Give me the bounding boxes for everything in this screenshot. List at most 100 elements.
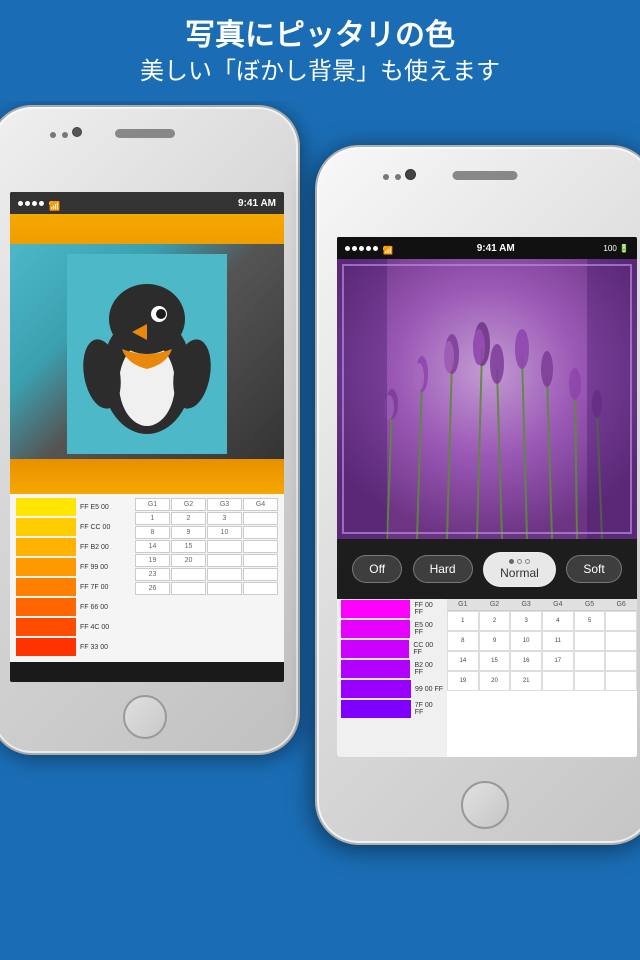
right-grid-cell[interactable]: 16 (510, 651, 542, 671)
right-grid-cell[interactable]: 11 (542, 631, 574, 651)
grid-header-g3: G3 (207, 498, 242, 511)
color-hex-label: FF 4C 00 (80, 624, 132, 631)
left-grid-cell[interactable]: 20 (171, 554, 206, 567)
right-grid-cell[interactable]: 21 (510, 671, 542, 691)
blur-normal-button[interactable]: Normal (483, 552, 556, 587)
right-grid-cell[interactable] (605, 671, 637, 691)
left-grid-cell[interactable]: 26 (135, 582, 170, 595)
dots-left (50, 132, 68, 138)
left-grid-cell[interactable] (207, 540, 242, 553)
right-gh-g2: G2 (479, 599, 511, 610)
palette-right: FF 00 FF E5 00 FF CC 00 FF B2 00 FF 99 00 FF… (337, 599, 637, 757)
left-grid-cell[interactable]: 9 (171, 526, 206, 539)
right-palette-row[interactable]: FF 00 FF (337, 599, 447, 619)
lavender-svg (337, 259, 637, 539)
right-palette-row[interactable]: B2 00 FF (337, 659, 447, 679)
left-grid-cell[interactable]: 15 (171, 540, 206, 553)
camera-icon-left (72, 127, 82, 137)
left-grid-cell[interactable]: 14 (135, 540, 170, 553)
color-swatch-right (341, 680, 411, 698)
home-button-right[interactable] (461, 781, 509, 829)
right-grid-cell[interactable]: 3 (510, 611, 542, 631)
color-hex-right: FF 00 FF (414, 602, 443, 616)
left-palette-row[interactable]: FF 99 00 (16, 558, 132, 576)
right-palette-row[interactable]: CC 00 FF (337, 639, 447, 659)
right-grid-cell[interactable]: 14 (447, 651, 479, 671)
blur-soft-button[interactable]: Soft (566, 555, 621, 583)
color-hex-right: E5 00 FF (414, 622, 443, 636)
right-gh-g6: G6 (605, 599, 637, 610)
left-grid-cell[interactable] (207, 582, 242, 595)
left-grid-cell[interactable]: 1 (135, 512, 170, 525)
left-grid-cell[interactable] (207, 568, 242, 581)
blur-hard-button[interactable]: Hard (413, 555, 473, 583)
grid-header-g2: G2 (171, 498, 206, 511)
left-grid-cell[interactable]: 8 (135, 526, 170, 539)
color-swatch-right (341, 640, 409, 658)
left-palette-row[interactable]: FF B2 00 (16, 538, 132, 556)
color-swatch (16, 598, 76, 616)
left-grid-cell[interactable]: 3 (207, 512, 242, 525)
left-palette-row[interactable]: FF 7F 00 (16, 578, 132, 596)
phone-right: 📶 9:41 AM 100 🔋 (315, 145, 640, 845)
left-grid-cell[interactable]: 19 (135, 554, 170, 567)
time-left: 9:41 AM (238, 198, 276, 209)
left-grid-cell[interactable] (243, 540, 278, 553)
right-palette-grid: G1 G2 G3 G4 G5 G6 1234589101114151617192… (447, 599, 637, 757)
right-grid-cell[interactable] (574, 651, 606, 671)
right-grid-cell[interactable]: 10 (510, 631, 542, 651)
right-grid-cell[interactable]: 2 (479, 611, 511, 631)
phone-left: 📶 9:41 AM (0, 105, 300, 755)
home-button-left[interactable] (123, 695, 167, 739)
left-palette-row[interactable]: FF CC 00 (16, 518, 132, 536)
right-grid-cell[interactable] (605, 611, 637, 631)
left-palette-row[interactable]: FF 4C 00 (16, 618, 132, 636)
right-grid-cell[interactable] (542, 671, 574, 691)
left-grid-cell[interactable] (243, 554, 278, 567)
right-grid-cell[interactable] (605, 651, 637, 671)
right-palette-row[interactable]: 7F 00 FF (337, 699, 447, 719)
right-grid-cell[interactable]: 5 (574, 611, 606, 631)
right-palette-row[interactable]: E5 00 FF (337, 619, 447, 639)
color-hex-label: FF 7F 00 (80, 584, 132, 591)
blur-off-button[interactable]: Off (352, 555, 402, 583)
right-grid-cell[interactable]: 17 (542, 651, 574, 671)
right-gh-g5: G5 (574, 599, 606, 610)
left-grid-cell[interactable] (243, 582, 278, 595)
right-grid-cell[interactable]: 20 (479, 671, 511, 691)
right-grid-cell[interactable]: 15 (479, 651, 511, 671)
left-grid-cell[interactable] (207, 554, 242, 567)
right-grid-cell[interactable]: 9 (479, 631, 511, 651)
left-palette-row[interactable]: FF E5 00 (16, 498, 132, 516)
right-grid-cell[interactable]: 4 (542, 611, 574, 631)
phone-shell-left: 📶 9:41 AM (0, 105, 300, 755)
right-grid-cell[interactable] (605, 631, 637, 651)
screen-right: 📶 9:41 AM 100 🔋 (337, 237, 637, 757)
color-swatch-right (341, 620, 410, 638)
header-title: 写真にピッタリの色 (20, 18, 620, 54)
left-grid-cell[interactable] (243, 512, 278, 525)
left-grid-cell[interactable] (171, 582, 206, 595)
right-grid-cell[interactable] (574, 631, 606, 651)
left-palette-row[interactable]: FF 33 00 (16, 638, 132, 656)
left-grid-cell[interactable] (171, 568, 206, 581)
color-hex-label: FF E5 00 (80, 504, 132, 511)
right-palette-row[interactable]: 99 00 FF (337, 679, 447, 699)
right-grid-cell[interactable]: 8 (447, 631, 479, 651)
left-grid-cell[interactable] (243, 568, 278, 581)
color-swatch (16, 518, 76, 536)
left-grid-cell[interactable]: 2 (171, 512, 206, 525)
lavender-area (337, 259, 637, 539)
left-grid-cell[interactable]: 23 (135, 568, 170, 581)
left-grid-cell[interactable] (243, 526, 278, 539)
right-grid-cell[interactable] (574, 671, 606, 691)
left-palette-row[interactable]: FF 66 00 (16, 598, 132, 616)
color-hex-right: B2 00 FF (414, 662, 443, 676)
right-grid-cell[interactable]: 19 (447, 671, 479, 691)
right-grid-cell[interactable]: 1 (447, 611, 479, 631)
phone-shell-right: 📶 9:41 AM 100 🔋 (315, 145, 640, 845)
left-grid-cell[interactable]: 10 (207, 526, 242, 539)
right-grid-body: 12345 891011 14151617 192021 (447, 611, 637, 691)
header: 写真にピッタリの色 美しい「ぼかし背景」も使えます (0, 0, 640, 101)
color-hex-right: 99 00 FF (415, 686, 443, 693)
